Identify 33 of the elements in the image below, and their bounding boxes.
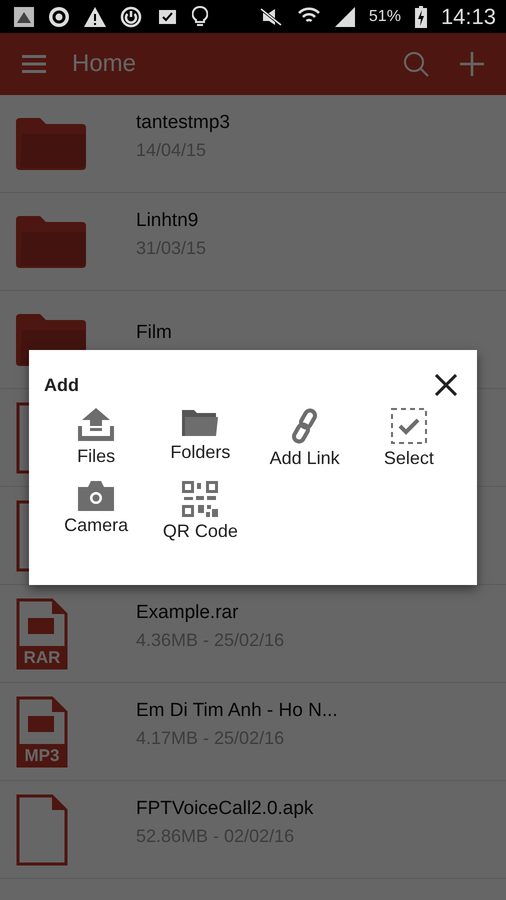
folder-icon: [16, 216, 86, 268]
folder-icon: [16, 118, 86, 170]
signal-icon: [334, 6, 355, 26]
item-name: Example.rar: [136, 602, 240, 624]
add-option[interactable]: Camera: [44, 479, 148, 544]
camera-icon: [78, 481, 114, 511]
add-option[interactable]: Files: [44, 406, 148, 471]
image-icon: [14, 6, 34, 26]
item-name: Film: [136, 322, 172, 344]
screen-title: Home: [72, 50, 138, 78]
clock: 14:13: [440, 4, 496, 30]
warning-icon: [84, 6, 106, 26]
item-name: Em Di Tim Anh - Ho N...: [136, 700, 338, 722]
add-option[interactable]: Add Link: [252, 406, 357, 471]
power-icon: [120, 6, 142, 28]
add-option[interactable]: QR Code: [148, 479, 252, 544]
file-type-icon: RAR: [16, 598, 68, 670]
upload-icon: [78, 408, 114, 442]
lightbulb-icon: [192, 6, 208, 28]
folder-icon: [182, 408, 218, 438]
qr-code-icon: [182, 481, 218, 517]
item-name: FPTVoiceCall2.0.apk: [136, 798, 314, 820]
battery-percent: 51%: [368, 8, 401, 26]
link-icon: [290, 408, 320, 444]
mute-icon: [258, 6, 283, 26]
file-type-icon: MP3: [16, 696, 68, 768]
item-name: tantestmp3: [136, 112, 230, 134]
add-option[interactable]: Select: [356, 406, 461, 471]
select-icon: [390, 408, 427, 444]
battery-charging-icon: [414, 6, 427, 28]
add-option[interactable]: Folders: [148, 406, 252, 471]
item-name: Linhtn9: [136, 210, 200, 232]
file-icon: [16, 794, 68, 866]
